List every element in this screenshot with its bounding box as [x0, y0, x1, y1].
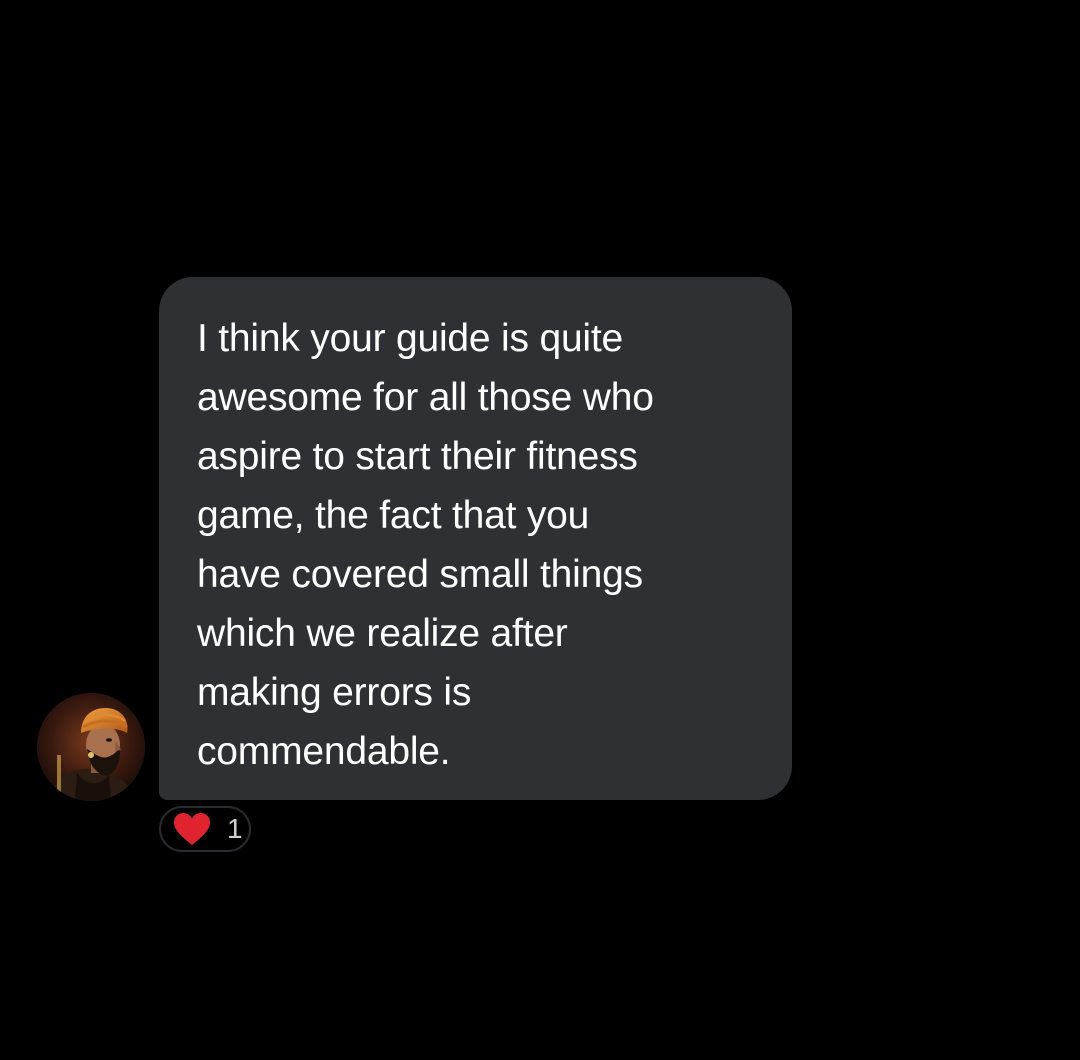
message-bubble[interactable]: I think your guide is quite awesome for …	[159, 277, 792, 800]
chat-thread: I think your guide is quite awesome for …	[0, 0, 1080, 1060]
message-row: I think your guide is quite awesome for …	[0, 0, 1080, 1060]
heart-icon	[174, 813, 210, 845]
reaction-pill[interactable]: 1	[159, 806, 251, 852]
message-text: I think your guide is quite awesome for …	[197, 317, 654, 773]
portrait-avatar-icon	[37, 693, 145, 801]
reaction-count: 1	[227, 813, 243, 844]
sender-avatar[interactable]	[37, 693, 145, 801]
